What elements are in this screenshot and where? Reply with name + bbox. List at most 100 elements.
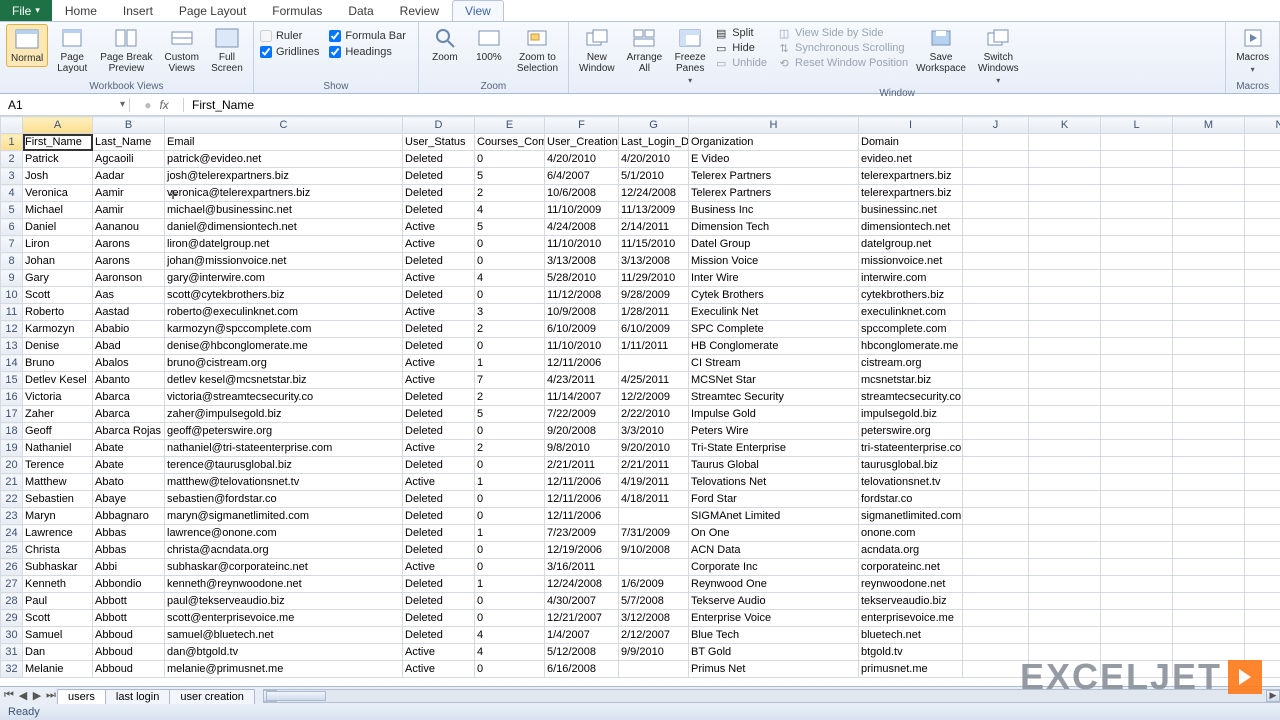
cell[interactable]: Abboud — [93, 627, 165, 644]
cell[interactable] — [1173, 389, 1245, 406]
cell[interactable]: 3/13/2008 — [545, 253, 619, 270]
cell[interactable]: 5/28/2010 — [545, 270, 619, 287]
cell[interactable]: Last_Login_D — [619, 134, 689, 151]
cell[interactable]: Active — [403, 236, 475, 253]
cell[interactable] — [1245, 304, 1280, 321]
cell[interactable]: Telerex Partners — [689, 185, 859, 202]
cell[interactable] — [963, 525, 1029, 542]
column-header[interactable]: D — [403, 117, 475, 134]
cell[interactable] — [1029, 610, 1101, 627]
cell[interactable]: 4/20/2010 — [619, 151, 689, 168]
cell[interactable]: primusnet.me — [859, 661, 963, 678]
cell[interactable]: Aamir — [93, 185, 165, 202]
cell[interactable] — [1245, 253, 1280, 270]
cell[interactable]: 7/23/2009 — [545, 525, 619, 542]
cell[interactable] — [1245, 474, 1280, 491]
cell[interactable] — [1101, 338, 1173, 355]
cell[interactable]: Abanto — [93, 372, 165, 389]
cell[interactable]: 4/19/2011 — [619, 474, 689, 491]
cell[interactable] — [963, 508, 1029, 525]
cell[interactable]: Blue Tech — [689, 627, 859, 644]
cell[interactable] — [1029, 253, 1101, 270]
cell[interactable]: 4 — [475, 202, 545, 219]
cell[interactable]: 3 — [475, 304, 545, 321]
cell[interactable]: impulsegold.biz — [859, 406, 963, 423]
cell[interactable]: Inter Wire — [689, 270, 859, 287]
cell[interactable]: 11/10/2010 — [545, 236, 619, 253]
cell[interactable] — [1029, 593, 1101, 610]
cell[interactable]: geoff@peterswire.org — [165, 423, 403, 440]
cell[interactable]: Deleted — [403, 253, 475, 270]
cell[interactable]: 0 — [475, 423, 545, 440]
cell[interactable]: 1/28/2011 — [619, 304, 689, 321]
cell[interactable]: Active — [403, 474, 475, 491]
cell[interactable]: patrick@evideo.net — [165, 151, 403, 168]
cell[interactable]: Dimension Tech — [689, 219, 859, 236]
cell[interactable]: 2 — [475, 185, 545, 202]
cell[interactable]: maryn@sigmanetlimited.com — [165, 508, 403, 525]
cell[interactable]: Abbas — [93, 542, 165, 559]
row-header[interactable]: 15 — [1, 372, 23, 389]
formula-input[interactable]: First_Name — [184, 98, 1280, 112]
cell[interactable]: kenneth@reynwoodone.net — [165, 576, 403, 593]
column-header[interactable]: J — [963, 117, 1029, 134]
cell[interactable] — [1101, 559, 1173, 576]
cell[interactable]: 9/20/2010 — [619, 440, 689, 457]
cell[interactable] — [1173, 610, 1245, 627]
cell[interactable]: christa@acndata.org — [165, 542, 403, 559]
cell[interactable] — [1029, 440, 1101, 457]
cell[interactable] — [963, 593, 1029, 610]
cell[interactable]: 1 — [475, 474, 545, 491]
cell[interactable]: 12/19/2006 — [545, 542, 619, 559]
cell[interactable] — [1245, 406, 1280, 423]
chevron-down-icon[interactable]: ▾ — [120, 99, 125, 110]
cell[interactable]: streamtecsecurity.co — [859, 389, 963, 406]
cell[interactable]: roberto@execulinknet.com — [165, 304, 403, 321]
cell[interactable] — [1029, 321, 1101, 338]
cell[interactable] — [1101, 627, 1173, 644]
cell[interactable]: tri-stateenterprise.com — [859, 440, 963, 457]
cell[interactable]: Sebastien — [23, 491, 93, 508]
sheet-nav-last[interactable]: ⏭ — [44, 689, 58, 702]
cell[interactable]: 6/4/2007 — [545, 168, 619, 185]
cell[interactable]: daniel@dimensiontech.net — [165, 219, 403, 236]
cell[interactable] — [1173, 168, 1245, 185]
cell[interactable]: 0 — [475, 287, 545, 304]
cell[interactable] — [1245, 389, 1280, 406]
cell[interactable]: Impulse Gold — [689, 406, 859, 423]
cell[interactable]: Geoff — [23, 423, 93, 440]
cell[interactable] — [1245, 185, 1280, 202]
cell[interactable]: SIGMAnet Limited — [689, 508, 859, 525]
cell[interactable] — [1101, 389, 1173, 406]
cell[interactable] — [1101, 542, 1173, 559]
cell[interactable]: Melanie — [23, 661, 93, 678]
cell[interactable]: Abarca — [93, 389, 165, 406]
cell[interactable]: 3/12/2008 — [619, 610, 689, 627]
cell[interactable]: Abbas — [93, 525, 165, 542]
cell[interactable]: Bruno — [23, 355, 93, 372]
cell[interactable] — [963, 644, 1029, 661]
cell[interactable]: Deleted — [403, 610, 475, 627]
cell[interactable]: Denise — [23, 338, 93, 355]
cell[interactable]: 4/18/2011 — [619, 491, 689, 508]
column-header[interactable]: M — [1173, 117, 1245, 134]
sheet-tab[interactable]: last login — [105, 689, 170, 704]
cell[interactable] — [963, 236, 1029, 253]
row-header[interactable]: 31 — [1, 644, 23, 661]
cell[interactable]: Deleted — [403, 185, 475, 202]
cell[interactable] — [1029, 202, 1101, 219]
row-header[interactable]: 10 — [1, 287, 23, 304]
cell[interactable] — [1173, 151, 1245, 168]
cell[interactable]: 1 — [475, 525, 545, 542]
tab-review[interactable]: Review — [387, 0, 452, 21]
cell[interactable] — [1101, 253, 1173, 270]
cell[interactable] — [963, 406, 1029, 423]
cell[interactable] — [1173, 355, 1245, 372]
cell[interactable]: Deleted — [403, 525, 475, 542]
sheet-tab[interactable]: users — [57, 689, 106, 704]
cell[interactable] — [1245, 134, 1280, 151]
cell[interactable]: Deleted — [403, 202, 475, 219]
cell[interactable] — [1245, 627, 1280, 644]
row-header[interactable]: 1 — [1, 134, 23, 151]
cell[interactable] — [1173, 491, 1245, 508]
